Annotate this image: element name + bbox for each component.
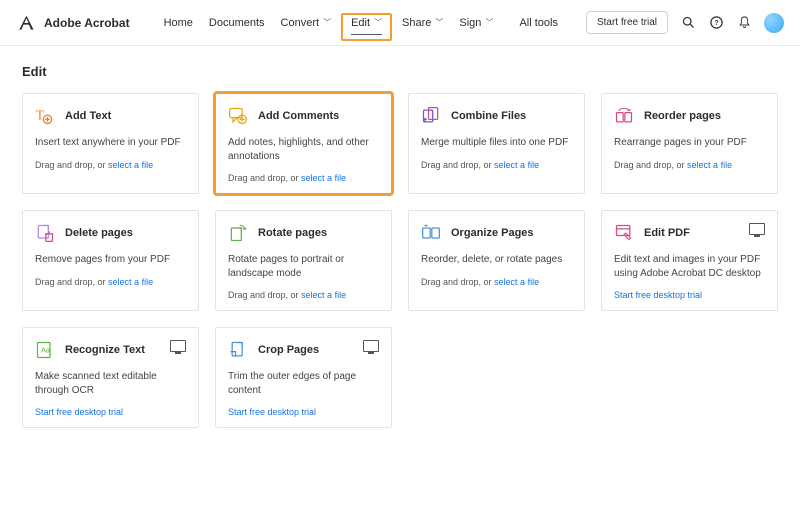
select-file-link[interactable]: select a file — [494, 160, 539, 170]
top-bar: Adobe Acrobat Home Documents Convert﹀ Ed… — [0, 0, 800, 46]
avatar[interactable] — [764, 13, 784, 33]
recognize-text-icon: Aa — [35, 340, 55, 360]
select-file-link[interactable]: select a file — [108, 277, 153, 287]
card-desc: Reorder, delete, or rotate pages — [421, 253, 572, 267]
card-desc: Trim the outer edges of page content — [228, 370, 379, 397]
svg-text:Aa: Aa — [41, 346, 51, 355]
nav-edit-highlight: Edit﹀ — [341, 13, 392, 41]
card-recognize-text[interactable]: Aa Recognize Text Make scanned text edit… — [22, 327, 199, 428]
start-desktop-trial-link[interactable]: Start free desktop trial — [35, 407, 186, 417]
card-reorder-pages[interactable]: Reorder pages Rearrange pages in your PD… — [601, 93, 778, 194]
card-combine-files[interactable]: Combine Files Merge multiple files into … — [408, 93, 585, 194]
card-add-text[interactable]: T Add Text Insert text anywhere in your … — [22, 93, 199, 194]
active-underline — [351, 34, 382, 35]
card-action: Drag and drop, or select a file — [228, 290, 379, 300]
acrobat-logo-icon — [16, 13, 36, 33]
nav-edit[interactable]: Edit﹀ — [351, 17, 382, 29]
start-desktop-trial-link[interactable]: Start free desktop trial — [614, 290, 765, 300]
add-comments-icon — [228, 106, 248, 126]
card-organize-pages[interactable]: Organize Pages Reorder, delete, or rotat… — [408, 210, 585, 311]
card-desc: Add notes, highlights, and other annotat… — [228, 136, 379, 163]
svg-text:?: ? — [714, 20, 718, 27]
card-action: Drag and drop, or select a file — [228, 173, 379, 183]
card-title: Delete pages — [65, 227, 133, 239]
chevron-down-icon: ﹀ — [374, 17, 382, 28]
card-title: Add Text — [65, 110, 111, 122]
card-desc: Rearrange pages in your PDF — [614, 136, 765, 150]
card-action: Drag and drop, or select a file — [35, 277, 186, 287]
card-title: Crop Pages — [258, 344, 319, 356]
card-edit-pdf[interactable]: Edit PDF Edit text and images in your PD… — [601, 210, 778, 311]
card-title: Reorder pages — [644, 110, 721, 122]
help-icon[interactable]: ? — [708, 15, 724, 31]
main-nav: Home Documents Convert﹀ Edit﹀ Share﹀ Sig… — [158, 9, 564, 37]
brand-name: Adobe Acrobat — [44, 16, 130, 30]
header-right: Start free trial ? — [586, 11, 784, 34]
card-desc: Rotate pages to portrait or landscape mo… — [228, 253, 379, 280]
card-desc: Merge multiple files into one PDF — [421, 136, 572, 150]
nav-documents[interactable]: Documents — [203, 13, 271, 33]
card-add-comments[interactable]: Add Comments Add notes, highlights, and … — [215, 93, 392, 194]
nav-alltools[interactable]: All tools — [513, 13, 564, 33]
select-file-link[interactable]: select a file — [301, 173, 346, 183]
desktop-icon — [749, 223, 765, 235]
edit-pdf-icon — [614, 223, 634, 243]
chevron-down-icon: ﹀ — [323, 17, 331, 28]
delete-pages-icon — [35, 223, 55, 243]
select-file-link[interactable]: select a file — [301, 290, 346, 300]
card-rotate-pages[interactable]: Rotate pages Rotate pages to portrait or… — [215, 210, 392, 311]
svg-text:T: T — [36, 107, 44, 122]
card-title: Edit PDF — [644, 227, 690, 239]
card-title: Rotate pages — [258, 227, 327, 239]
chevron-down-icon: ﹀ — [435, 17, 443, 28]
card-crop-pages[interactable]: Crop Pages Trim the outer edges of page … — [215, 327, 392, 428]
combine-files-icon — [421, 106, 441, 126]
card-desc: Remove pages from your PDF — [35, 253, 186, 267]
card-action: Drag and drop, or select a file — [421, 277, 572, 287]
card-desc: Make scanned text editable through OCR — [35, 370, 186, 397]
reorder-pages-icon — [614, 106, 634, 126]
card-title: Recognize Text — [65, 344, 145, 356]
rotate-pages-icon — [228, 223, 248, 243]
select-file-link[interactable]: select a file — [108, 160, 153, 170]
select-file-link[interactable]: select a file — [687, 160, 732, 170]
brand: Adobe Acrobat — [16, 13, 130, 33]
organize-pages-icon — [421, 223, 441, 243]
select-file-link[interactable]: select a file — [494, 277, 539, 287]
card-action: Drag and drop, or select a file — [421, 160, 572, 170]
card-title: Organize Pages — [451, 227, 534, 239]
page-title: Edit — [22, 64, 778, 79]
card-desc: Insert text anywhere in your PDF — [35, 136, 186, 150]
nav-share[interactable]: Share﹀ — [396, 13, 449, 33]
card-title: Add Comments — [258, 110, 339, 122]
page-content: Edit T Add Text Insert text anywhere in … — [0, 46, 800, 446]
card-action: Drag and drop, or select a file — [614, 160, 765, 170]
card-desc: Edit text and images in your PDF using A… — [614, 253, 765, 280]
nav-sign[interactable]: Sign﹀ — [453, 13, 499, 33]
bell-icon[interactable] — [736, 15, 752, 31]
nav-convert[interactable]: Convert﹀ — [275, 13, 338, 33]
add-text-icon: T — [35, 106, 55, 126]
nav-home[interactable]: Home — [158, 13, 199, 33]
card-title: Combine Files — [451, 110, 526, 122]
desktop-icon — [363, 340, 379, 352]
tool-grid: T Add Text Insert text anywhere in your … — [22, 93, 778, 428]
card-delete-pages[interactable]: Delete pages Remove pages from your PDF … — [22, 210, 199, 311]
desktop-icon — [170, 340, 186, 352]
chevron-down-icon: ﹀ — [485, 17, 493, 28]
start-free-trial-button[interactable]: Start free trial — [586, 11, 668, 34]
start-desktop-trial-link[interactable]: Start free desktop trial — [228, 407, 379, 417]
crop-pages-icon — [228, 340, 248, 360]
search-icon[interactable] — [680, 15, 696, 31]
card-action: Drag and drop, or select a file — [35, 160, 186, 170]
